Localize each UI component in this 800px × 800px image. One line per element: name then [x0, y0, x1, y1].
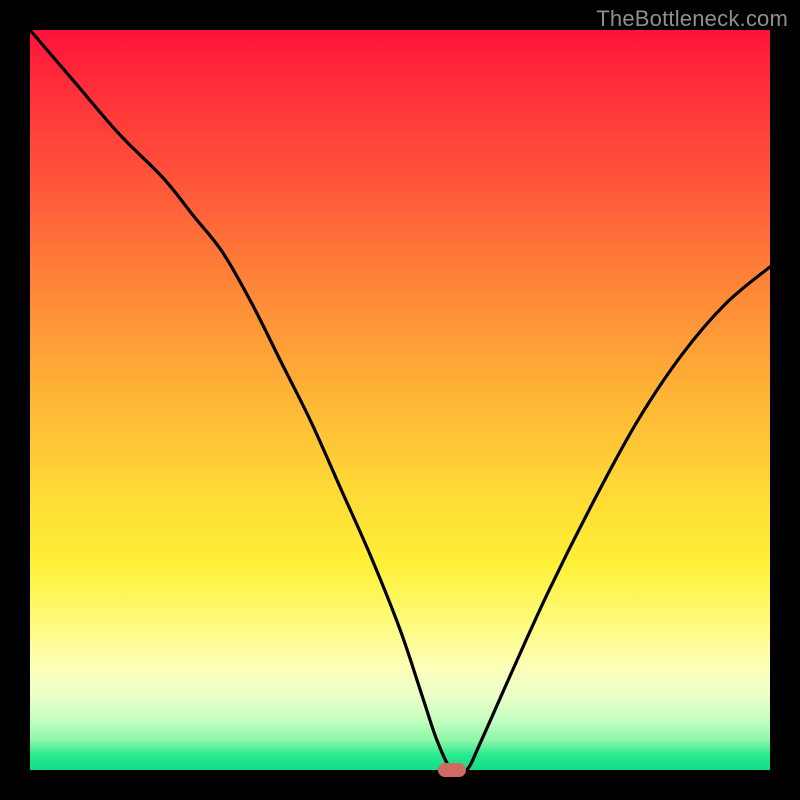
plot-area: [30, 30, 770, 770]
chart-frame: TheBottleneck.com: [0, 0, 800, 800]
watermark-text: TheBottleneck.com: [596, 6, 788, 32]
optimum-marker: [438, 763, 466, 777]
bottleneck-curve: [30, 30, 770, 770]
curve-path: [30, 30, 770, 774]
